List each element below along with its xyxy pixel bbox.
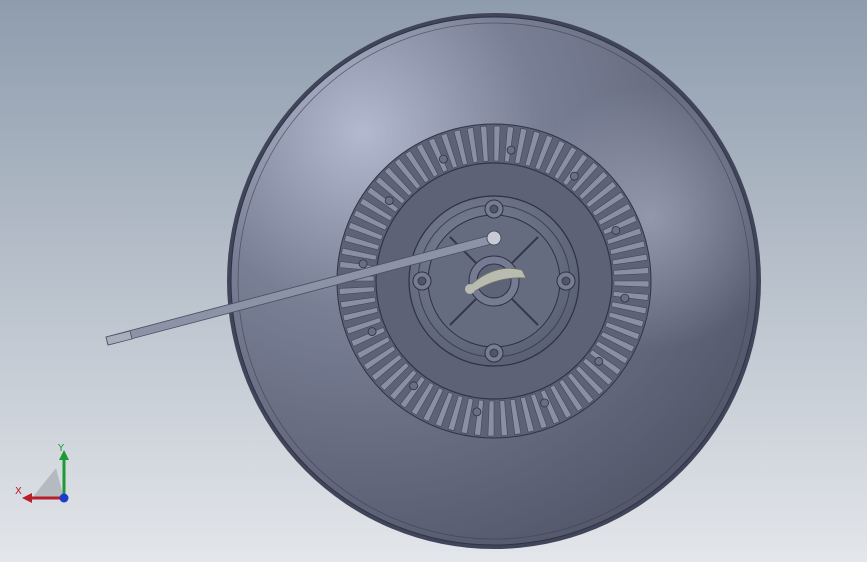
flange-bolt <box>367 327 377 337</box>
fan-clutch-model[interactable] <box>0 0 867 562</box>
hub-bolt <box>556 271 576 291</box>
flange-bolt <box>384 196 394 206</box>
cooling-fin <box>487 400 495 437</box>
flange-bolt <box>358 259 368 269</box>
axis-triad-icon <box>22 450 69 503</box>
hub-bolt <box>412 271 432 291</box>
flange-bolt <box>506 145 516 155</box>
y-axis-label: Y <box>58 443 65 454</box>
reference-triad: X Y <box>12 440 82 510</box>
graphics-viewport[interactable]: X Y <box>0 0 867 562</box>
flange-bolt <box>438 154 448 164</box>
flange-bolt <box>569 171 579 181</box>
flange-bolt <box>409 381 419 391</box>
hub-bolt <box>484 199 504 219</box>
x-axis-label: X <box>15 486 22 497</box>
flange-bolt <box>611 225 621 235</box>
hub-bolt <box>484 343 504 363</box>
flange-bolt <box>472 407 482 417</box>
flange-bolt <box>540 398 549 408</box>
cooling-fin <box>493 125 501 162</box>
flange-bolt <box>594 356 604 366</box>
flange-bolt <box>620 293 630 303</box>
cooling-fin <box>613 280 650 288</box>
